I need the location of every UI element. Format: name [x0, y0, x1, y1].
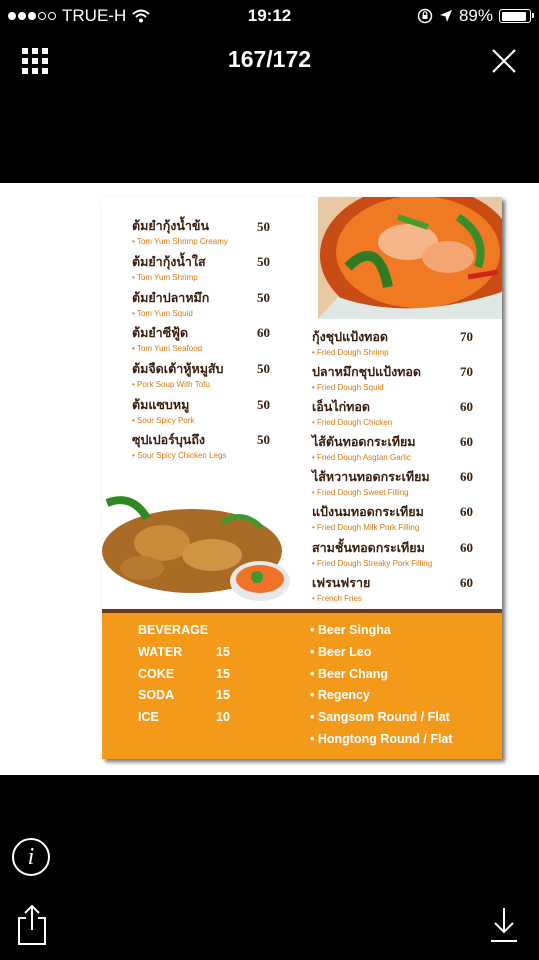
menu-item: ต้มแซบหมู Sour Spicy Pork: [132, 395, 194, 425]
beverage-price: 10: [216, 710, 230, 724]
menu-item: เฟรนฟราย French Fries: [312, 573, 370, 603]
menu-item-thai-name: เอ็นไก่ทอด: [312, 399, 371, 414]
beer-item: Sangsom Round / Flat: [310, 710, 450, 724]
download-icon[interactable]: [489, 906, 519, 944]
menu-item-price: 50: [257, 219, 270, 234]
fried-dough-image: [102, 493, 297, 609]
menu-item: ต้มจืดเต้าหู้หมูสับ Pork Soup With Tofu: [132, 359, 224, 389]
menu-item-price: 60: [460, 504, 473, 519]
menu-item: ต้มยำกุ้งน้ำข้น Tom Yum Shrimp Creamy: [132, 216, 228, 246]
menu-item-price: 60: [460, 469, 473, 484]
menu-item-english-name: Fried Dough Streaky Pork Filling: [312, 559, 432, 568]
beverage-price: 15: [216, 667, 230, 681]
battery-percent: 89%: [458, 6, 493, 25]
menu-item: เอ็นไก่ทอด Fried Dough Chicken: [312, 397, 392, 427]
menu-item-english-name: Sour Spicy Chicken Legs: [132, 451, 226, 460]
beverage-price: 15: [216, 688, 230, 702]
menu-item-price: 50: [257, 397, 270, 412]
close-icon[interactable]: [491, 48, 517, 74]
beverage-name: SODA: [138, 688, 175, 702]
beer-item: Regency: [310, 688, 370, 702]
share-icon[interactable]: [16, 904, 48, 946]
tom-yum-soup-image: [318, 197, 502, 319]
menu-item-thai-name: เฟรนฟราย: [312, 575, 371, 590]
menu-item: ต้มยำซีฟู้ด Tom Yum Seafood: [132, 323, 202, 353]
menu-item-thai-name: ต้มยำกุ้งน้ำข้น: [132, 218, 210, 233]
menu-item-thai-name: ต้มยำกุ้งน้ำใส: [132, 254, 206, 269]
menu-item-english-name: Sour Spicy Pork: [132, 416, 194, 425]
menu-item-english-name: Pork Soup With Tofu: [132, 380, 224, 389]
menu-item-thai-name: ไส้ตันทอดกระเทียม: [312, 434, 416, 449]
menu-item-thai-name: ต้มจืดเต้าหู้หมูสับ: [132, 361, 224, 376]
menu-item: ต้มยำกุ้งน้ำใส Tom Yum Shrimp: [132, 252, 206, 282]
menu-item-price: 50: [257, 432, 270, 447]
beer-item: Hongtong Round / Flat: [310, 732, 453, 746]
menu-item-price: 70: [460, 364, 473, 379]
battery-icon: [499, 9, 534, 23]
menu-item-english-name: Tom Yum Shrimp Creamy: [132, 237, 228, 246]
menu-item-price: 50: [257, 254, 270, 269]
menu-item-price: 60: [460, 540, 473, 555]
beverage-name: ICE: [138, 710, 159, 724]
menu-item-price: 50: [257, 361, 270, 376]
beer-item: Beer Chang: [310, 667, 388, 681]
menu-item: ต้มยำปลาหมึก Tom Yum Squid: [132, 288, 209, 318]
menu-item-english-name: Fried Dough Squid: [312, 383, 421, 392]
beverage-heading: BEVERAGE: [138, 623, 209, 637]
beer-item: Beer Leo: [310, 645, 372, 659]
menu-item-thai-name: ต้มแซบหมู: [132, 397, 190, 412]
menu-item: ปลาหมึกชุปแป้งทอด Fried Dough Squid: [312, 362, 421, 392]
menu-item-english-name: French Fries: [312, 594, 370, 603]
menu-item: สามชั้นทอดกระเทียม Fried Dough Streaky P…: [312, 538, 432, 568]
beverage-name: COKE: [138, 667, 175, 681]
menu-item-english-name: Fried Dough Milk Pork Filling: [312, 523, 424, 532]
menu-item-thai-name: แป้งนมทอดกระเทียม: [312, 504, 424, 519]
viewer-nav-bar: 167/172: [0, 40, 539, 84]
menu-photo: ต้มยำกุ้งน้ำข้น Tom Yum Shrimp Creamy 50…: [102, 197, 502, 759]
menu-item-price: 60: [460, 575, 473, 590]
menu-item-thai-name: สามชั้นทอดกระเทียม: [312, 540, 425, 555]
menu-item-english-name: Tom Yum Seafood: [132, 344, 202, 353]
menu-item: ไส้หวานทอดกระเทียม Fried Dough Sweet Fil…: [312, 467, 430, 497]
rotation-lock-icon: [417, 8, 433, 24]
menu-item-english-name: Tom Yum Shrimp: [132, 273, 206, 282]
status-right: 89%: [417, 6, 534, 26]
beverage-price: 15: [216, 645, 230, 659]
menu-item-thai-name: ต้มยำปลาหมึก: [132, 290, 210, 305]
menu-item-english-name: Fried Dough Asgtan Garlic: [312, 453, 416, 462]
menu-item-price: 60: [460, 434, 473, 449]
menu-item: ซุปเปอร์บุนถึง Sour Spicy Chicken Legs: [132, 430, 226, 460]
menu-item-english-name: Tom Yum Squid: [132, 309, 209, 318]
photo-counter: 167/172: [227, 46, 312, 72]
photo-viewport[interactable]: ต้มยำกุ้งน้ำข้น Tom Yum Shrimp Creamy 50…: [0, 183, 539, 775]
menu-item-thai-name: ไส้หวานทอดกระเทียม: [312, 469, 430, 484]
location-arrow-icon: [439, 10, 452, 22]
beverage-name: WATER: [138, 645, 183, 659]
menu-item: ไส้ตันทอดกระเทียม Fried Dough Asgtan Gar…: [312, 432, 416, 462]
menu-item-price: 70: [460, 329, 473, 344]
menu-item-price: 60: [460, 399, 473, 414]
menu-item-english-name: Fried Dough Shrimp: [312, 348, 389, 357]
menu-item-thai-name: กุ้งชุปแป้งทอด: [312, 329, 389, 344]
menu-item-english-name: Fried Dough Sweet Filling: [312, 488, 430, 497]
beer-item: Beer Singha: [310, 623, 391, 637]
menu-item: แป้งนมทอดกระเทียม Fried Dough Milk Pork …: [312, 502, 424, 532]
menu-item-thai-name: ต้มยำซีฟู้ด: [132, 325, 189, 340]
info-icon[interactable]: i: [12, 838, 50, 876]
menu-item: กุ้งชุปแป้งทอด Fried Dough Shrimp: [312, 327, 389, 357]
menu-item-price: 60: [257, 325, 270, 340]
menu-item-price: 50: [257, 290, 270, 305]
menu-item-english-name: Fried Dough Chicken: [312, 418, 392, 427]
status-bar: TRUE-H 19:12 89%: [0, 0, 539, 32]
menu-item-thai-name: ปลาหมึกชุปแป้งทอด: [312, 364, 422, 379]
menu-item-thai-name: ซุปเปอร์บุนถึง: [132, 432, 205, 447]
